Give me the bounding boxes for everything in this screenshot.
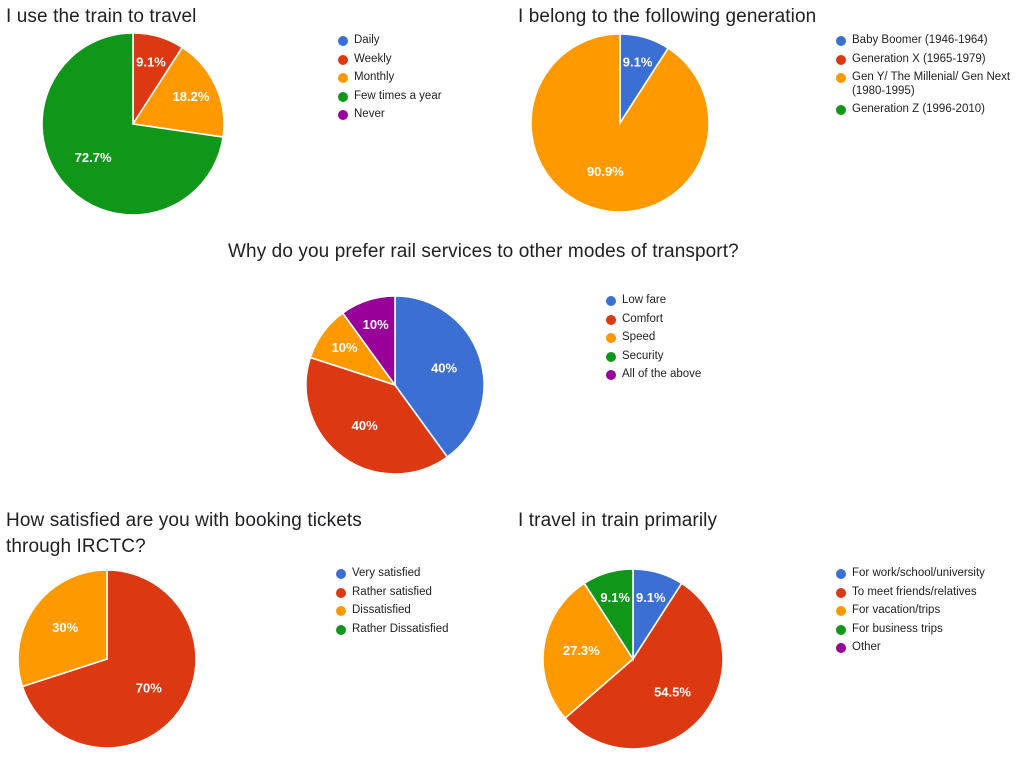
- legend-swatch-icon: [836, 606, 846, 616]
- legend-item-label: Other: [852, 641, 881, 653]
- chart-title-travel-purpose: I travel in train primarily: [518, 510, 718, 531]
- legend-item-label: To meet friends/relatives: [852, 585, 977, 598]
- survey-pie-charts-page: { "page": { "background": "#ffffff", "pa…: [0, 0, 1024, 768]
- slice-percent-label: 9.1%: [600, 590, 630, 605]
- legend-item-label: For vacation/trips: [852, 604, 941, 616]
- legend-item-label: For business trips: [852, 622, 943, 635]
- slice-percent-label: 9.1%: [636, 590, 666, 605]
- chart-block-travel-purpose: I travel in train primarily 9.1% 54.5% 27.3…: [0, 0, 1024, 768]
- legend-item[interactable]: Other: [836, 641, 985, 655]
- slice-percent-label: 27.3%: [563, 643, 600, 658]
- slice-percent-label: 54.5%: [654, 685, 691, 700]
- legend-item[interactable]: For vacation/trips: [836, 604, 985, 618]
- legend-item[interactable]: For business trips: [836, 623, 985, 637]
- legend-swatch-icon: [836, 624, 846, 635]
- legend-item[interactable]: For work/school/university: [836, 567, 985, 581]
- legend-item[interactable]: To meet friends/relatives: [836, 586, 985, 600]
- legend-travel-purpose: For work/school/university To meet friend…: [836, 567, 985, 660]
- legend-swatch-icon: [836, 643, 846, 653]
- legend-swatch-icon: [836, 569, 846, 579]
- pie-chart-travel-purpose[interactable]: 9.1% 54.5% 27.3% 9.1%: [540, 566, 726, 752]
- legend-swatch-icon: [836, 587, 846, 598]
- legend-item-label: For work/school/university: [852, 567, 985, 579]
